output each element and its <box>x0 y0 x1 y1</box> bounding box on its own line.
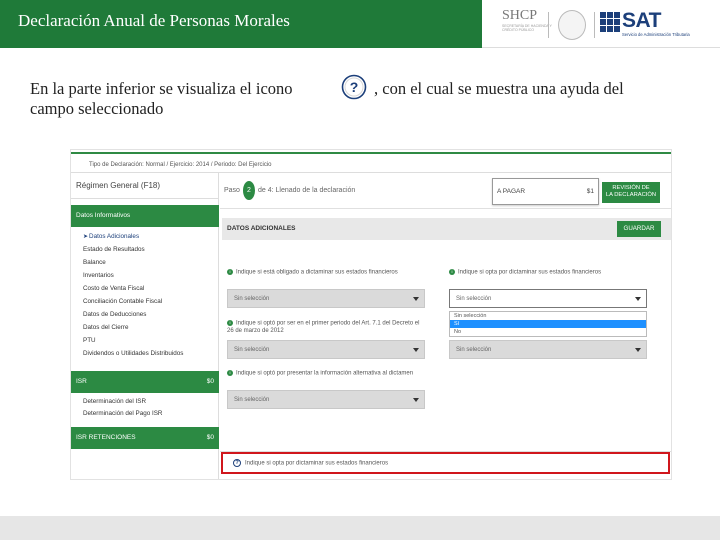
sidebar-item-dividendos[interactable]: Dividendos o Utilidades Distribuidos <box>83 350 183 357</box>
sat-logo-subtext: Servicio de Administración Tributaria <box>622 32 690 37</box>
intro-line-1b: , con el cual se muestra una ayuda del <box>374 79 624 98</box>
declaration-screenshot: Tipo de Declaración: Normal / Ejercicio:… <box>70 149 672 480</box>
section-title: ISR <box>76 378 87 385</box>
shcp-logo-subtext: SECRETARÍA DE HACIENDA Y CRÉDITO PÚBLICO <box>502 24 552 32</box>
info-icon[interactable]: i <box>449 269 455 275</box>
section-amount: $0 <box>206 434 214 441</box>
select-value: Sin selección <box>234 347 270 353</box>
sidebar-section-datos-informativos[interactable]: Datos Informativos <box>71 205 219 227</box>
sidebar-item-ptu[interactable]: PTU <box>83 337 96 344</box>
help-icon: ? <box>341 74 367 100</box>
sidebar-item-label: Datos Adicionales <box>89 233 140 240</box>
question-informacion-alternativa: i Indique si optó por presentar la inform… <box>227 370 413 377</box>
slide-title: Declaración Anual de Personas Morales <box>18 11 290 30</box>
a-pagar-box: A PAGAR $1 <box>492 178 599 205</box>
bottom-band <box>0 516 720 540</box>
info-icon[interactable]: i <box>227 370 233 376</box>
divider <box>71 198 219 199</box>
breadcrumb: Tipo de Declaración: Normal / Ejercicio:… <box>89 162 272 168</box>
help-bar-highlighted: ? Indique si opta por dictaminar sus esta… <box>221 452 670 474</box>
sidebar-item-estado-resultados[interactable]: Estado de Resultados <box>83 246 145 253</box>
header-bar: Declaración Anual de Personas Morales <box>0 0 482 48</box>
info-icon[interactable]: i <box>227 320 233 326</box>
select-value: Sin selección <box>234 397 270 403</box>
intro-line-2: campo seleccionado <box>30 99 164 118</box>
chevron-down-icon <box>413 348 419 352</box>
sidebar-item-deducciones[interactable]: Datos de Deducciones <box>83 311 146 318</box>
select-value: Sin selección <box>456 347 492 353</box>
sidebar: Régimen General (F18) Datos Informativos… <box>71 173 219 479</box>
question-label: Indique si optó por presentar la informa… <box>236 370 414 377</box>
help-icon[interactable]: ? <box>233 459 241 467</box>
sidebar-item-cierre[interactable]: Datos del Cierre <box>83 324 129 331</box>
sat-logo-text: SAT <box>622 9 661 32</box>
select-opta-dictaminar[interactable]: Sin selección <box>449 289 647 308</box>
section-title: Datos Informativos <box>76 212 131 219</box>
sidebar-item-inventarios[interactable]: Inventarios <box>83 272 114 279</box>
chevron-down-icon <box>635 297 641 301</box>
top-rule <box>71 152 671 154</box>
question-label: Indique si está obligado a dictaminar su… <box>236 269 398 276</box>
button-label-line1: REVISIÓN DE <box>612 185 650 191</box>
select-obligado-dictaminar[interactable]: Sin selección <box>227 289 425 308</box>
help-text: Indique si opta por dictaminar sus estad… <box>245 460 389 467</box>
select-value: Sin selección <box>234 296 270 302</box>
sidebar-item-determinacion-isr[interactable]: Determinación del ISR <box>83 398 146 405</box>
arrow-right-icon: ➤ <box>83 234 89 240</box>
help-bar-content: ? Indique si opta por dictaminar sus esta… <box>233 459 388 467</box>
step-description: de 4: Llenado de la declaración <box>258 187 356 194</box>
sidebar-item-costo-venta[interactable]: Costo de Venta Fiscal <box>83 285 144 292</box>
section-title: DATOS ADICIONALES <box>227 225 296 232</box>
dropdown-option-highlighted[interactable]: Sí <box>450 320 646 328</box>
intro-line-1a: En la parte inferior se visualiza el ico… <box>30 79 293 98</box>
a-pagar-label: A PAGAR <box>497 188 526 195</box>
dropdown-option[interactable]: Sin selección <box>450 312 646 320</box>
button-label-line2: LA DECLARACIÓN <box>605 192 657 198</box>
mexico-seal-icon <box>558 10 586 40</box>
question-obligado-dictaminar: i Indique si está obligado a dictaminar s… <box>227 269 398 276</box>
sidebar-item-conciliacion[interactable]: Conciliación Contable Fiscal <box>83 298 162 305</box>
logo-divider <box>594 12 595 38</box>
dropdown-list: Sin selección Sí No <box>449 311 647 337</box>
chevron-down-icon <box>413 297 419 301</box>
select-right-2[interactable]: Sin selección <box>449 340 647 359</box>
sidebar-item-datos-adicionales[interactable]: ➤Datos Adicionales <box>83 233 139 240</box>
svg-text:?: ? <box>350 79 359 95</box>
question-label: Indique si optó por ser en el primer per… <box>227 320 420 334</box>
question-label: Indique si opta por dictaminar sus estad… <box>458 269 602 276</box>
a-pagar-value: $1 <box>586 188 594 195</box>
select-primer-periodo[interactable]: Sin selección <box>227 340 425 359</box>
sidebar-section-isr-retenciones[interactable]: ISR RETENCIONES $0 <box>71 427 219 449</box>
sat-mark-icon <box>600 12 620 32</box>
question-primer-periodo: i Indique si optó por ser en el primer pe… <box>227 320 427 335</box>
guardar-button[interactable]: GUARDAR <box>617 221 661 237</box>
logo-divider <box>548 12 549 38</box>
step-row: Paso 2 de 4: Llenado de la declaración A… <box>220 173 671 209</box>
step-prefix: Paso <box>224 187 240 194</box>
main-panel: Paso 2 de 4: Llenado de la declaración A… <box>220 173 671 479</box>
select-value: Sin selección <box>456 296 492 302</box>
info-icon[interactable]: i <box>227 269 233 275</box>
select-informacion-alternativa[interactable]: Sin selección <box>227 390 425 409</box>
datos-adicionales-header: DATOS ADICIONALES GUARDAR <box>222 218 671 240</box>
slide-header: Declaración Anual de Personas Morales SH… <box>0 0 720 48</box>
question-opta-dictaminar: i Indique si opta por dictaminar sus esta… <box>449 269 601 276</box>
section-title: ISR RETENCIONES <box>76 434 136 441</box>
sidebar-item-pago-isr[interactable]: Determinación del Pago ISR <box>83 410 162 417</box>
dropdown-option[interactable]: No <box>450 328 646 336</box>
revision-declaracion-button[interactable]: REVISIÓN DE LA DECLARACIÓN <box>602 182 660 203</box>
chevron-down-icon <box>413 398 419 402</box>
section-amount: $0 <box>206 378 214 385</box>
chevron-down-icon <box>635 348 641 352</box>
sidebar-item-balance[interactable]: Balance <box>83 259 106 266</box>
sat-logo: SAT Servicio de Administración Tributari… <box>600 9 712 40</box>
regime-label: Régimen General (F18) <box>76 181 161 190</box>
header-logos: SHCP SECRETARÍA DE HACIENDA Y CRÉDITO PÚ… <box>482 0 720 48</box>
sidebar-section-isr[interactable]: ISR $0 <box>71 371 219 393</box>
step-number-badge: 2 <box>243 181 255 200</box>
